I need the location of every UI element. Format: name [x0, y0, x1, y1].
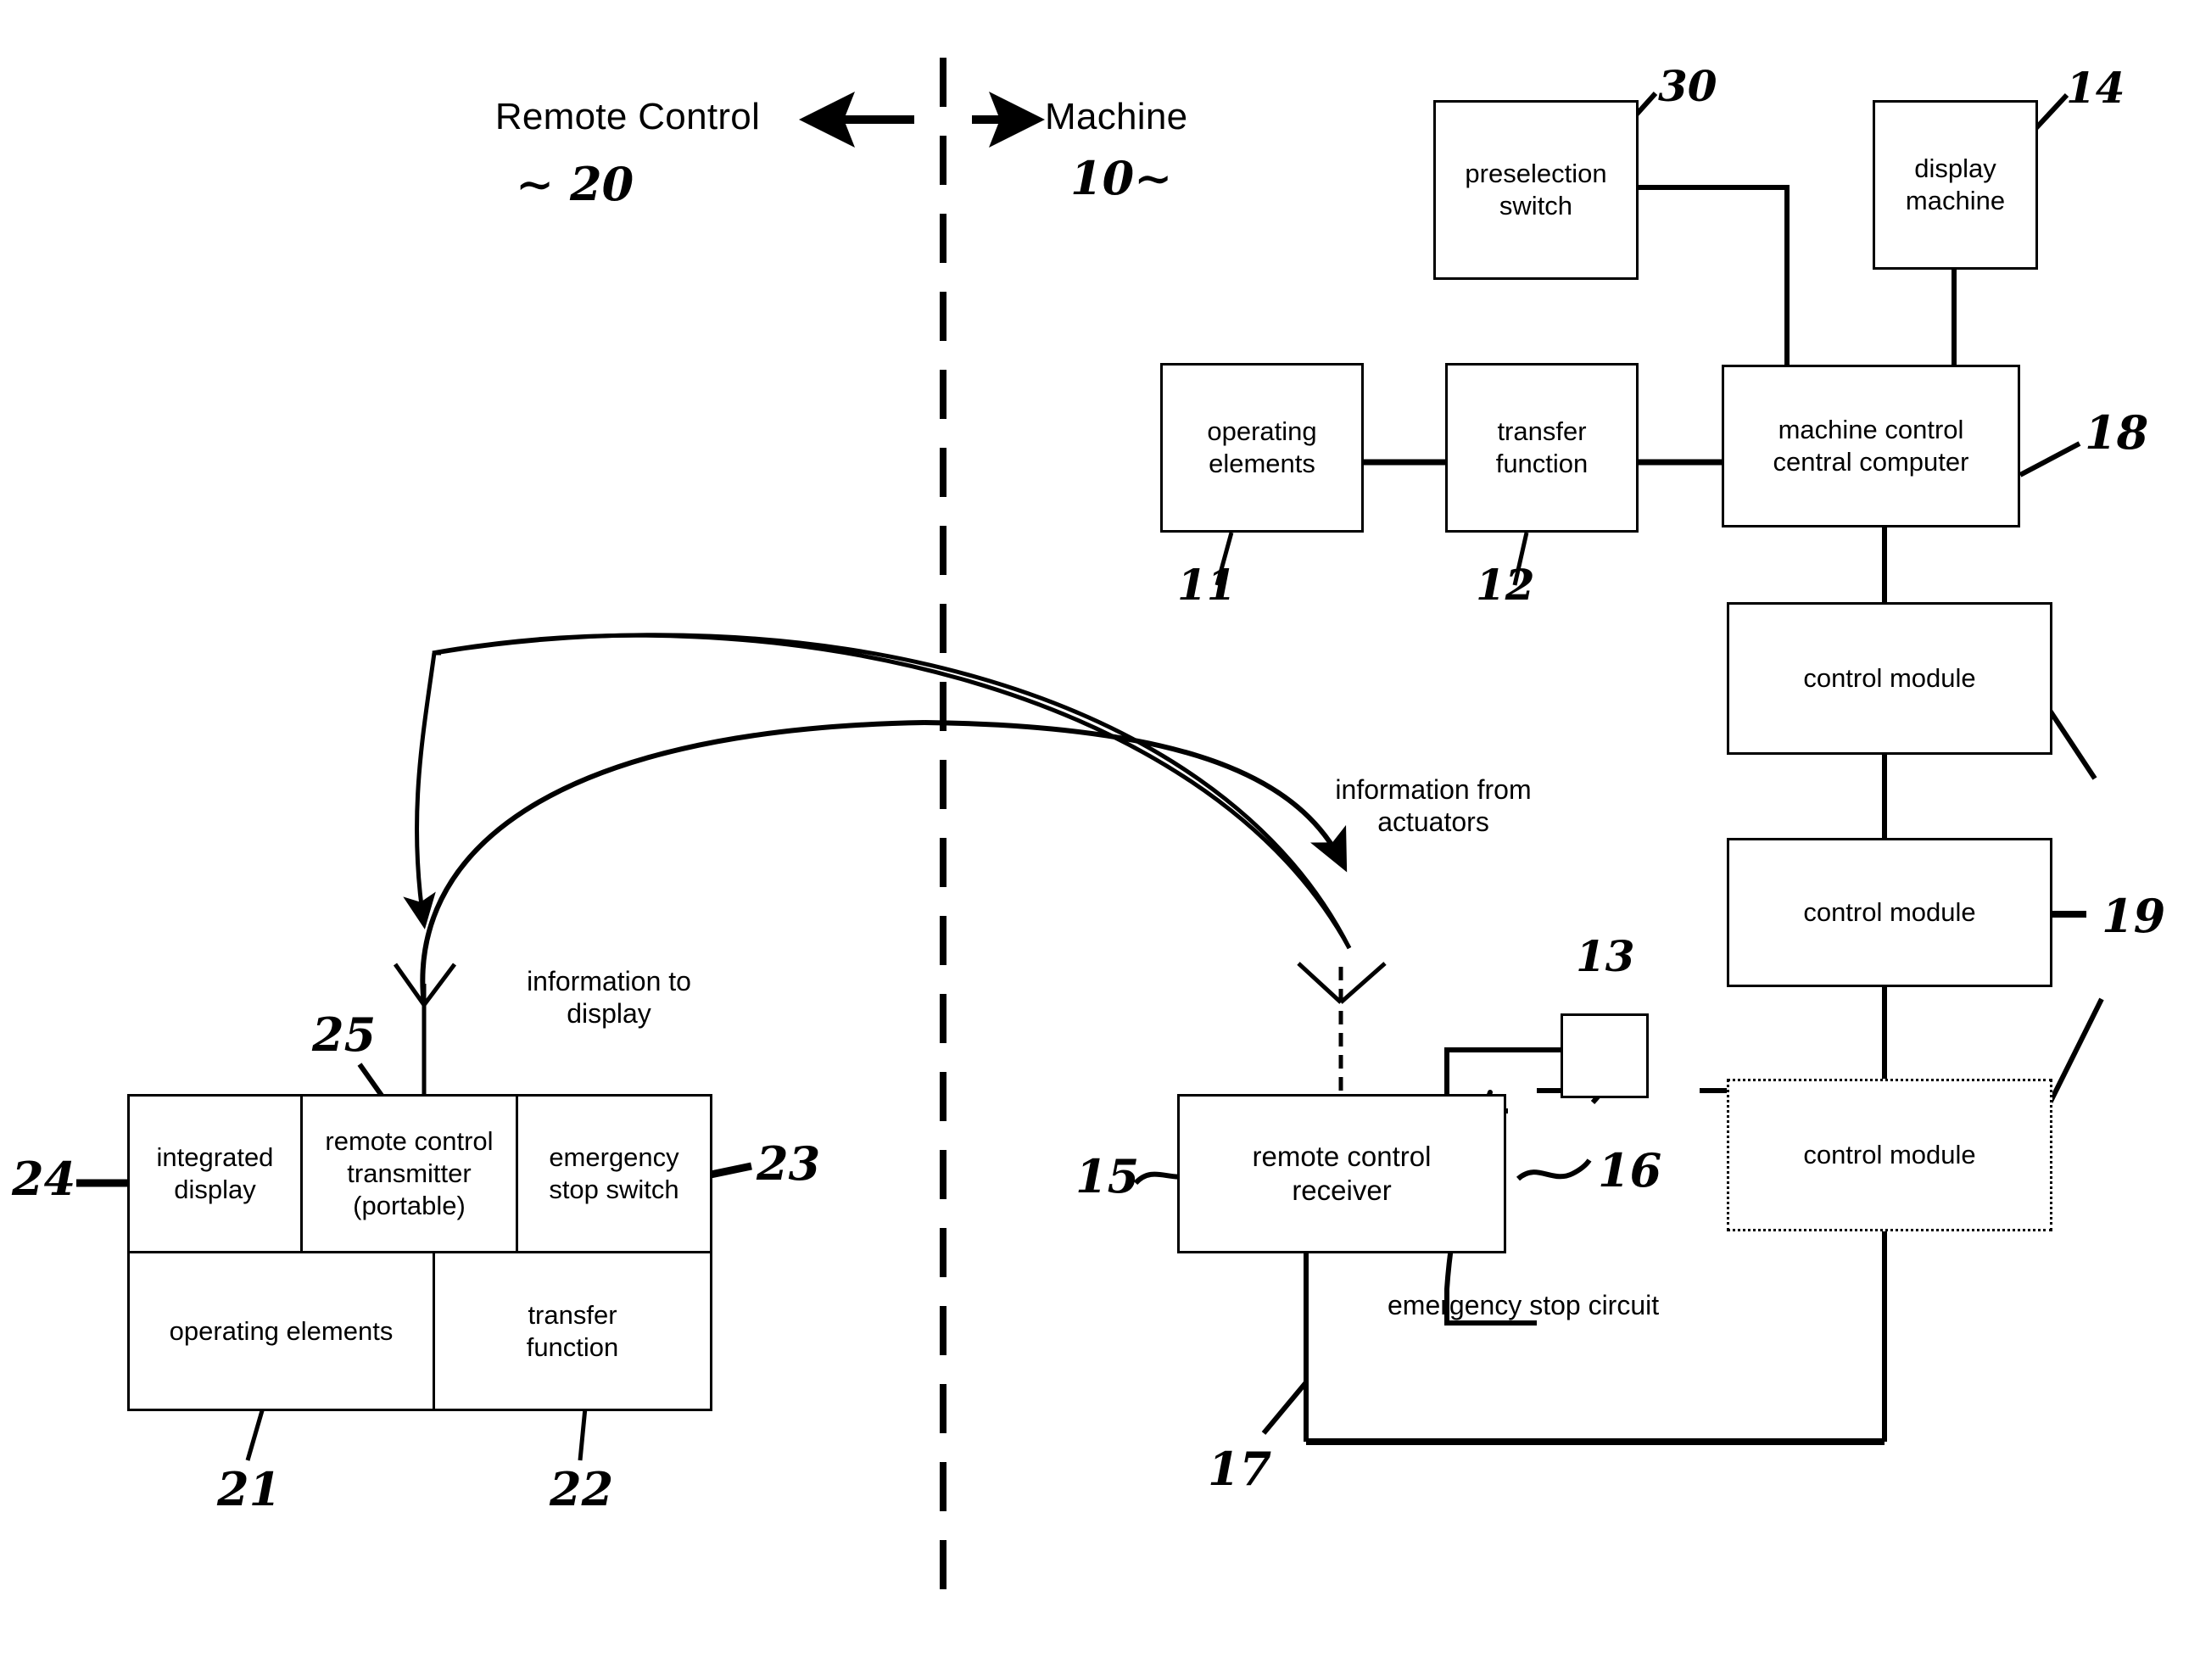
receiver-antenna-arm-left [1297, 962, 1343, 1004]
ref-11: 11 [1177, 560, 1237, 610]
label-information-from-actuators: information from actuators [1335, 774, 1532, 838]
ref-13: 13 [1576, 931, 1635, 981]
transmitter-antenna-arm-right [422, 963, 456, 1007]
box-machine-control-central-computer[interactable]: machine control central computer [1722, 365, 2020, 527]
header-label-machine: Machine [1045, 96, 1188, 137]
leader-18 [2019, 441, 2081, 477]
box-control-module-1[interactable]: control module [1727, 602, 2052, 755]
label-information-to-display: information to display [527, 966, 691, 1030]
transmitter-antenna-arm-left [393, 963, 427, 1007]
leader-22 [578, 1407, 588, 1461]
box-machine-operating-elements[interactable]: operating elements [1160, 363, 1364, 533]
ref-12: 12 [1476, 560, 1535, 610]
box-label-emergency-stop-switch: emergency stop switch [549, 1142, 679, 1204]
box-label-machine-transfer-function: transfer function [1495, 416, 1589, 478]
box-machine-transfer-function[interactable]: transfer function [1445, 363, 1639, 533]
box-actuator-13[interactable] [1561, 1013, 1649, 1098]
box-label-preselection-switch: preselection switch [1465, 159, 1607, 220]
arc-information-from-actuators [420, 720, 925, 1006]
ref-15: 15 [1075, 1149, 1140, 1203]
box-remote-control-receiver[interactable]: remote control receiver [1177, 1094, 1506, 1253]
wire-preselection-to-computer [1639, 185, 1790, 373]
ref-22: 22 [550, 1462, 614, 1516]
receiver-antenna-arm-right [1339, 962, 1387, 1004]
remote-control-unit: integrated display remote control transm… [127, 1094, 712, 1411]
box-control-module-3[interactable]: control module [1727, 1079, 2052, 1231]
arc-from-actuators-descent [924, 720, 1348, 873]
ref-10-machine: 10∼ [1070, 151, 1173, 205]
ref-19: 19 [2102, 889, 2166, 943]
arc-information-to-display [432, 633, 1352, 950]
ref-18: 18 [2085, 405, 2149, 460]
box-label-remote-operating-elements: operating elements [169, 1315, 394, 1346]
box-label-control-module-2: control module [1803, 897, 1976, 928]
box-label-integrated-display: integrated display [156, 1142, 274, 1204]
box-label-machine-control-central-computer: machine control central computer [1773, 415, 1969, 477]
ref-24: 24 [12, 1152, 76, 1206]
ref-25: 25 [312, 1007, 377, 1062]
box-label-display-machine: display machine [1905, 153, 2006, 215]
box-label-control-module-1: control module [1803, 663, 1976, 694]
label-emergency-stop-circuit: emergency stop circuit [1388, 1290, 1660, 1320]
ref-20-remote-control: ∼ 20 [516, 157, 634, 211]
ref-17: 17 [1208, 1442, 1272, 1496]
box-label-machine-operating-elements: operating elements [1207, 416, 1317, 478]
box-integrated-display[interactable]: integrated display [127, 1094, 303, 1253]
box-label-control-module-3: control module [1803, 1140, 1976, 1170]
box-preselection-switch[interactable]: preselection switch [1433, 100, 1639, 280]
ref-30: 30 [1658, 61, 1717, 111]
arc-information-to-display-tail [433, 633, 1352, 950]
ref-16: 16 [1598, 1143, 1662, 1197]
leader-23 [710, 1162, 752, 1179]
box-label-remote-control-transmitter: remote control transmitter (portable) [325, 1126, 494, 1220]
box-remote-control-transmitter[interactable]: remote control transmitter (portable) [300, 1094, 518, 1253]
box-emergency-stop-switch[interactable]: emergency stop switch [516, 1094, 712, 1253]
box-remote-operating-elements[interactable]: operating elements [127, 1251, 435, 1411]
box-control-module-2[interactable]: control module [1727, 838, 2052, 987]
ref-21: 21 [217, 1462, 282, 1516]
box-label-remote-transfer-function: transfer function [526, 1299, 619, 1362]
leader-21 [245, 1407, 265, 1461]
ref-14: 14 [2066, 63, 2125, 113]
leader-16 [1516, 1158, 1592, 1181]
patent-figure: Remote Control Machine ∼ 20 10∼ preselec… [0, 0, 2200, 1680]
box-remote-transfer-function[interactable]: transfer function [433, 1251, 712, 1411]
arc-to-display-descent [403, 652, 437, 929]
leader-17 [1261, 1381, 1309, 1435]
ref-23: 23 [757, 1136, 821, 1191]
box-display-machine[interactable]: display machine [1873, 100, 2038, 270]
header-label-remote-control: Remote Control [494, 96, 761, 137]
box-label-remote-control-receiver: remote control receiver [1252, 1140, 1432, 1206]
